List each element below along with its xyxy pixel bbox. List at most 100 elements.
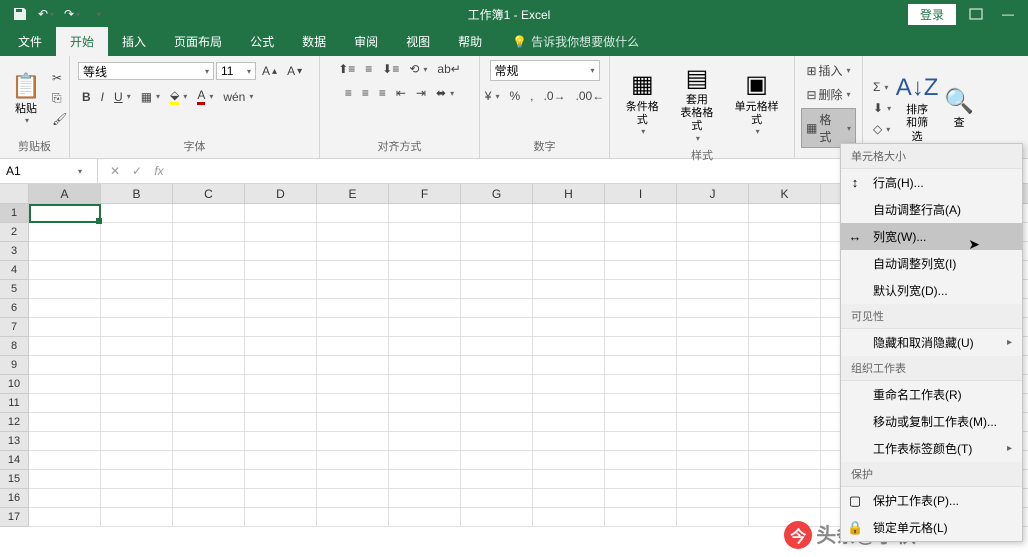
cell[interactable] (605, 394, 677, 413)
column-header[interactable]: B (101, 184, 173, 203)
cell[interactable] (389, 489, 461, 508)
menu-lock-cell[interactable]: 🔒锁定单元格(L) (841, 514, 1022, 541)
column-header[interactable]: H (533, 184, 605, 203)
cell[interactable] (317, 223, 389, 242)
row-header[interactable]: 11 (0, 394, 28, 413)
menu-hide-unhide[interactable]: 隐藏和取消隐藏(U)▸ (841, 329, 1022, 356)
cell[interactable] (101, 242, 173, 261)
menu-protect-sheet[interactable]: ▢保护工作表(P)... (841, 487, 1022, 514)
cell[interactable] (533, 375, 605, 394)
merge-button[interactable]: ⬌▾ (432, 84, 458, 102)
insert-cells-button[interactable]: ⊞插入▾ (802, 60, 854, 81)
cell[interactable] (245, 261, 317, 280)
cell[interactable] (605, 299, 677, 318)
undo-icon[interactable]: ↶▾ (34, 3, 58, 25)
cell[interactable] (317, 451, 389, 470)
cell[interactable] (317, 470, 389, 489)
cell[interactable] (461, 204, 533, 223)
cell[interactable] (29, 470, 101, 489)
cell[interactable] (245, 204, 317, 223)
cell[interactable] (677, 242, 749, 261)
bold-button[interactable]: B (78, 88, 95, 106)
cell[interactable] (461, 223, 533, 242)
cell[interactable] (173, 451, 245, 470)
cell[interactable] (677, 375, 749, 394)
cell[interactable] (245, 394, 317, 413)
cell[interactable] (533, 413, 605, 432)
tell-me-search[interactable]: 💡 告诉我你想要做什么 (504, 27, 647, 56)
cell[interactable] (389, 337, 461, 356)
cell[interactable] (29, 204, 101, 223)
cell[interactable] (389, 451, 461, 470)
row-header[interactable]: 3 (0, 242, 28, 261)
cell[interactable] (245, 375, 317, 394)
cell[interactable] (245, 242, 317, 261)
tab-help[interactable]: 帮助 (444, 27, 496, 56)
cell[interactable] (533, 337, 605, 356)
accounting-button[interactable]: ¥▾ (481, 87, 504, 105)
cell[interactable] (461, 413, 533, 432)
copy-button[interactable]: ⎘ (48, 89, 71, 108)
cell[interactable] (101, 432, 173, 451)
cell[interactable] (461, 356, 533, 375)
menu-auto-col-width[interactable]: 自动调整列宽(I) (841, 250, 1022, 277)
cell[interactable] (749, 242, 821, 261)
cell[interactable] (461, 375, 533, 394)
cell[interactable] (461, 337, 533, 356)
align-middle-button[interactable]: ≡ (361, 60, 376, 78)
cell[interactable] (749, 489, 821, 508)
cell[interactable] (29, 318, 101, 337)
row-header[interactable]: 1 (0, 204, 28, 223)
cell[interactable] (605, 223, 677, 242)
cell[interactable] (389, 508, 461, 527)
cell[interactable] (533, 280, 605, 299)
orientation-button[interactable]: ⟲▾ (405, 60, 431, 78)
cell[interactable] (317, 337, 389, 356)
cell[interactable] (101, 337, 173, 356)
login-button[interactable]: 登录 (908, 4, 956, 25)
row-header[interactable]: 6 (0, 299, 28, 318)
cell[interactable] (101, 280, 173, 299)
cell[interactable] (317, 394, 389, 413)
column-header[interactable]: F (389, 184, 461, 203)
tab-insert[interactable]: 插入 (108, 27, 160, 56)
increase-font-button[interactable]: A▴ (258, 62, 281, 80)
column-header[interactable]: C (173, 184, 245, 203)
cell[interactable] (101, 394, 173, 413)
decrease-font-button[interactable]: A▾ (283, 62, 306, 80)
cell[interactable] (749, 223, 821, 242)
cell[interactable] (29, 394, 101, 413)
cell[interactable] (677, 451, 749, 470)
underline-button[interactable]: U▾ (110, 88, 135, 106)
cell[interactable] (173, 280, 245, 299)
cell[interactable] (461, 470, 533, 489)
name-box[interactable]: ▾ (0, 159, 98, 183)
font-name-combo[interactable]: ▾ (78, 62, 214, 80)
autosum-button[interactable]: Σ▾ (869, 78, 895, 96)
cell[interactable] (173, 470, 245, 489)
cell[interactable] (533, 261, 605, 280)
delete-cells-button[interactable]: ⊟删除▾ (802, 84, 854, 105)
cell[interactable] (461, 432, 533, 451)
column-header[interactable]: G (461, 184, 533, 203)
tab-view[interactable]: 视图 (392, 27, 444, 56)
phonetic-button[interactable]: wén▾ (219, 88, 257, 106)
cell[interactable] (389, 261, 461, 280)
tab-file[interactable]: 文件 (4, 27, 56, 56)
select-all-corner[interactable] (0, 184, 29, 204)
cell[interactable] (605, 261, 677, 280)
tab-review[interactable]: 审阅 (340, 27, 392, 56)
save-icon[interactable] (8, 3, 32, 25)
align-top-button[interactable]: ⬆≡ (334, 60, 359, 78)
cell[interactable] (389, 242, 461, 261)
cell[interactable] (101, 451, 173, 470)
conditional-format-button[interactable]: ▦ 条件格式▾ (616, 67, 669, 138)
font-size-combo[interactable]: ▾ (216, 62, 256, 80)
comma-button[interactable]: , (526, 87, 537, 105)
cell[interactable] (29, 375, 101, 394)
row-header[interactable]: 2 (0, 223, 28, 242)
percent-button[interactable]: % (506, 87, 525, 105)
cell[interactable] (605, 375, 677, 394)
cell[interactable] (29, 413, 101, 432)
cell[interactable] (749, 470, 821, 489)
